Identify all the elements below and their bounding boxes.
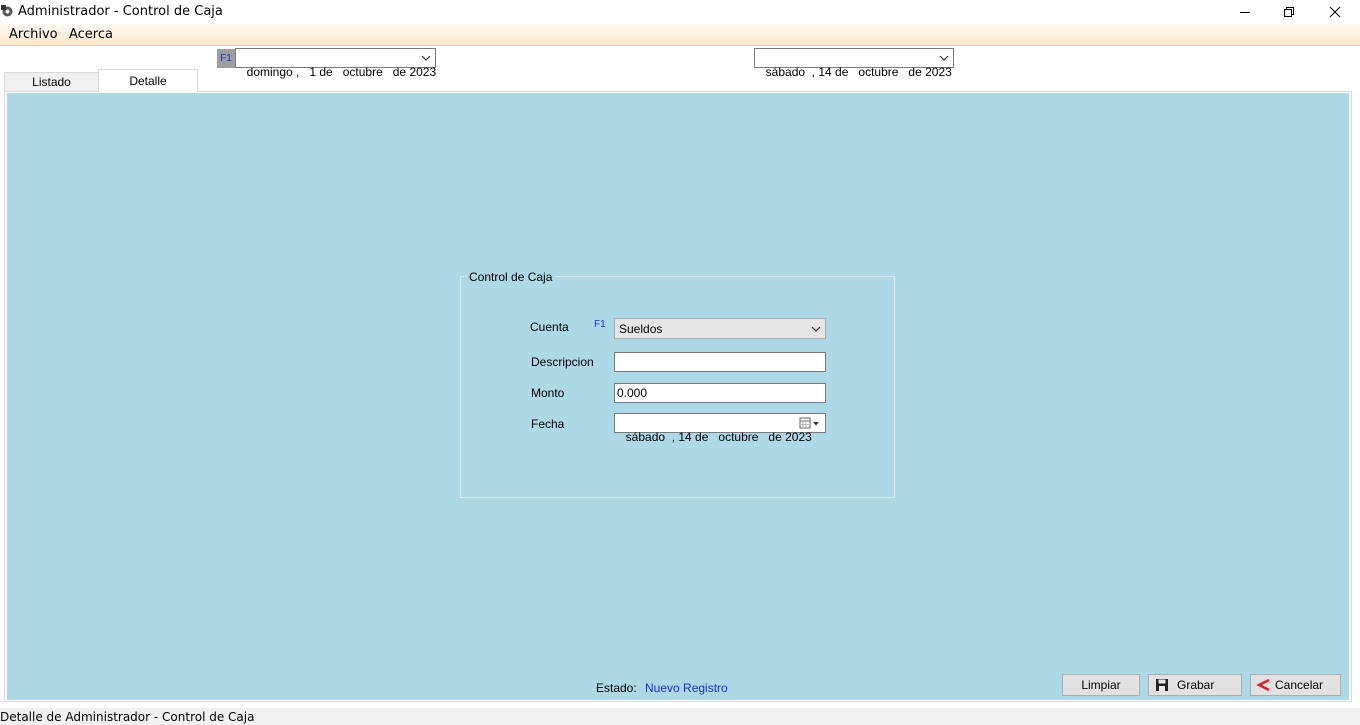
tab-listado[interactable]: Listado — [4, 72, 99, 91]
restore-icon — [1284, 7, 1294, 17]
fecha-label: Fecha — [531, 417, 565, 431]
status-bar: Detalle de Administrador - Control de Ca… — [0, 708, 1360, 725]
menu-acerca[interactable]: Acerca — [69, 27, 113, 42]
close-button[interactable] — [1312, 0, 1358, 24]
date-from-value: domingo , 1 de octubre de 2023 — [246, 65, 437, 79]
cancelar-button[interactable]: Cancelar — [1250, 674, 1341, 696]
cuenta-f1-hint: F1 — [594, 319, 606, 330]
date-to-value: sábado , 14 de octubre de 2023 — [765, 65, 952, 79]
restore-button[interactable] — [1266, 0, 1312, 24]
limpiar-label: Limpiar — [1081, 678, 1121, 692]
menu-bar: Archivo Acerca — [0, 24, 1360, 46]
tab-detalle[interactable]: Detalle — [98, 69, 198, 92]
minimize-button[interactable] — [1222, 0, 1268, 24]
close-icon — [1329, 6, 1341, 18]
descripcion-input[interactable] — [614, 352, 826, 372]
fecha-picker[interactable]: sábado , 14 de octubre de 2023 — [614, 413, 826, 444]
cuenta-select[interactable]: Sueldos — [614, 318, 826, 339]
limpiar-button[interactable]: Limpiar — [1062, 674, 1140, 696]
cuenta-selected-value: Sueldos — [619, 322, 663, 336]
cancel-arrow-icon — [1256, 678, 1270, 692]
chevron-down-icon — [421, 55, 431, 61]
window-title: Administrador - Control de Caja — [18, 4, 223, 19]
status-text: Detalle de Administrador - Control de Ca… — [0, 710, 255, 724]
title-bar: Administrador - Control de Caja — [0, 0, 1360, 24]
app-gear-icon — [1, 5, 13, 17]
save-icon — [1156, 679, 1168, 691]
cancelar-label: Cancelar — [1275, 678, 1324, 692]
monto-label: Monto — [531, 386, 565, 400]
date-from-picker[interactable]: domingo , 1 de octubre de 2023 — [235, 48, 436, 79]
fecha-value: sábado , 14 de octubre de 2023 — [625, 430, 812, 444]
grabar-button[interactable]: Grabar — [1148, 674, 1242, 696]
menu-archivo[interactable]: Archivo — [9, 27, 58, 42]
f1-hotkey-badge: F1 — [217, 49, 235, 68]
chevron-down-icon — [811, 326, 821, 332]
descripcion-label: Descripcion — [531, 355, 594, 369]
estado-value: Nuevo Registro — [645, 681, 728, 695]
chevron-down-icon — [939, 55, 949, 61]
calendar-dropdown-icon[interactable] — [799, 417, 821, 430]
filter-area — [0, 46, 1360, 91]
date-to-picker[interactable]: sábado , 14 de octubre de 2023 — [754, 48, 954, 79]
group-title: Control de Caja — [466, 270, 556, 284]
grabar-label: Grabar — [1177, 678, 1215, 692]
cuenta-label: Cuenta — [530, 320, 569, 334]
monto-input[interactable]: 0.000 — [614, 383, 826, 403]
minimize-icon — [1240, 12, 1250, 13]
estado-label: Estado: — [596, 681, 637, 695]
